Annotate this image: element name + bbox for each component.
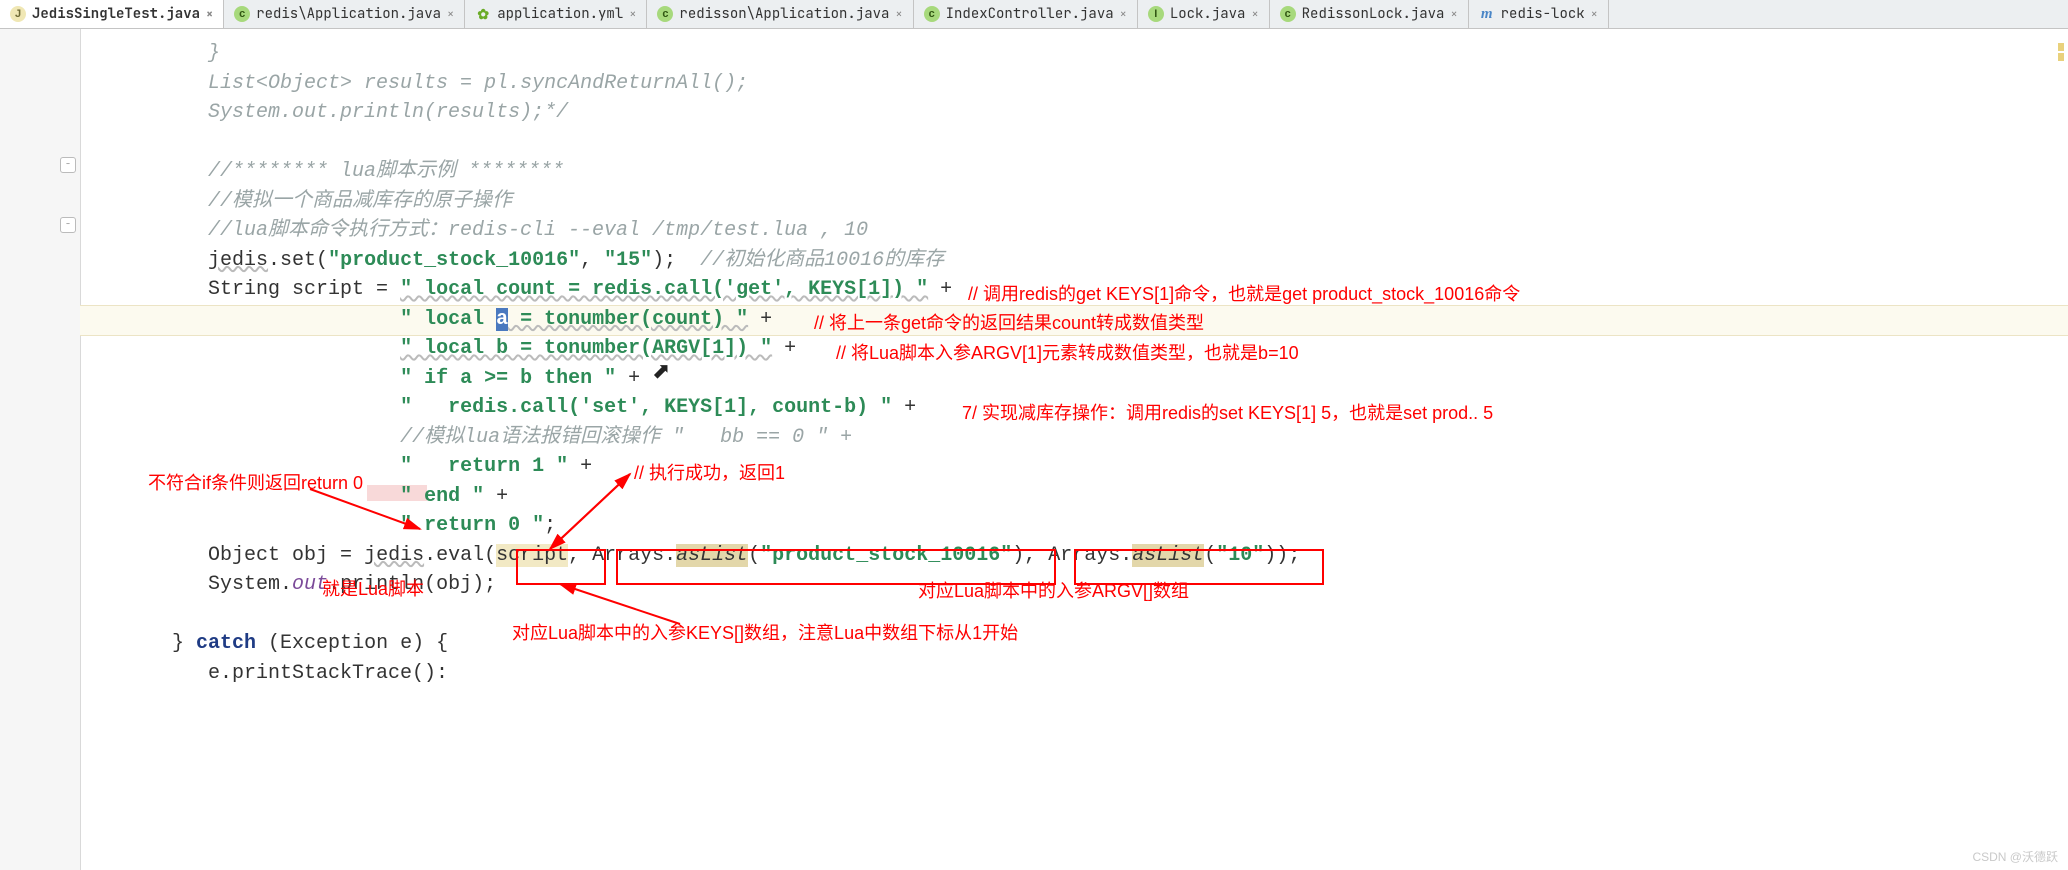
editor-tabbar: J JedisSingleTest.java × c redis\Applica… bbox=[0, 0, 2068, 29]
tab-lock[interactable]: I Lock.java × bbox=[1138, 0, 1270, 28]
code-line: " redis.call('set', KEYS[1], count-b) " … bbox=[100, 396, 916, 419]
tab-application-yml[interactable]: ✿ application.yml × bbox=[465, 0, 647, 28]
spring-icon: ✿ bbox=[475, 6, 491, 22]
mouse-cursor-icon: ⬈ bbox=[652, 356, 670, 385]
code-line: " if a >= b then " + bbox=[100, 367, 640, 390]
code-line: //模拟一个商品减库存的原子操作 bbox=[100, 190, 512, 213]
code-line: " return 0 "; bbox=[100, 514, 556, 537]
tab-label: redis\Application.java bbox=[256, 5, 441, 23]
close-icon[interactable]: × bbox=[206, 6, 213, 22]
code-line: System.out.println(obj); bbox=[100, 573, 496, 596]
code-line: //lua脚本命令执行方式：redis-cli --eval /tmp/test… bbox=[100, 219, 868, 242]
code-line: String script = " local count = redis.ca… bbox=[100, 278, 952, 301]
tab-label: redisson\Application.java bbox=[679, 5, 889, 23]
annotation: 不符合if条件则返回return 0 bbox=[148, 469, 363, 495]
tab-redis-application[interactable]: c redis\Application.java × bbox=[224, 0, 465, 28]
annotation: 对应Lua脚本中的入参KEYS[]数组，注意Lua中数组下标从1开始 bbox=[512, 619, 1018, 645]
annotation: // 执行成功，返回1 bbox=[634, 459, 785, 485]
tab-redis-lock[interactable]: m redis-lock × bbox=[1469, 0, 1609, 28]
close-icon[interactable]: × bbox=[1591, 6, 1598, 22]
tab-index-controller[interactable]: c IndexController.java × bbox=[914, 0, 1138, 28]
annotation: // 将Lua脚本入参ARGV[1]元素转成数值类型，也就是b=10 bbox=[836, 339, 1299, 365]
close-icon[interactable]: × bbox=[895, 6, 902, 22]
tab-label: application.yml bbox=[497, 5, 623, 23]
tab-label: RedissonLock.java bbox=[1302, 5, 1445, 23]
fold-marker[interactable]: − bbox=[60, 217, 76, 233]
code-editor[interactable]: − − } List<Object> results = pl.syncAndR… bbox=[0, 29, 2068, 870]
annotation: // 将上一条get命令的返回结果count转成数值类型 bbox=[814, 309, 1204, 335]
code-line: jedis.set("product_stock_10016", "15"); … bbox=[100, 249, 944, 272]
code-line: e.printStackTrace(): bbox=[100, 662, 448, 685]
class-icon: c bbox=[657, 6, 673, 22]
tab-label: IndexController.java bbox=[946, 5, 1114, 23]
fold-marker[interactable]: − bbox=[60, 157, 76, 173]
annotation: 对应Lua脚本中的入参ARGV[]数组 bbox=[918, 577, 1189, 603]
tab-redisson-application[interactable]: c redisson\Application.java × bbox=[647, 0, 913, 28]
code-line: Object obj = jedis.eval(script, Arrays.a… bbox=[100, 544, 1300, 567]
close-icon[interactable]: × bbox=[629, 6, 636, 22]
code-line: //模拟lua语法报错回滚操作 " bb == 0 " + bbox=[100, 426, 852, 449]
maven-icon: m bbox=[1479, 6, 1495, 22]
annotation: 7/ 实现减库存操作：调用redis的set KEYS[1] 5，也就是set … bbox=[962, 399, 1493, 425]
code-line: System.out.println(results);*/ bbox=[100, 101, 568, 124]
close-icon[interactable]: × bbox=[1251, 6, 1258, 22]
gutter: − − bbox=[0, 29, 81, 870]
watermark: CSDN @沃德跃 bbox=[1972, 848, 2058, 865]
tab-redisson-lock[interactable]: c RedissonLock.java × bbox=[1270, 0, 1469, 28]
tab-label: redis-lock bbox=[1501, 5, 1585, 23]
class-icon: c bbox=[1280, 6, 1296, 22]
code-line: } catch (Exception e) { bbox=[100, 632, 448, 655]
close-icon[interactable]: × bbox=[1450, 6, 1457, 22]
tab-label: JedisSingleTest.java bbox=[32, 5, 200, 23]
close-icon[interactable]: × bbox=[447, 6, 454, 22]
code-line: " local b = tonumber(ARGV[1]) " + bbox=[100, 337, 808, 360]
code-line: } bbox=[100, 42, 220, 65]
overview-marker bbox=[2058, 53, 2064, 61]
java-icon: J bbox=[10, 6, 26, 22]
class-icon: c bbox=[234, 6, 250, 22]
overview-marker bbox=[2058, 43, 2064, 51]
code-line: List<Object> results = pl.syncAndReturnA… bbox=[100, 72, 748, 95]
interface-icon: I bbox=[1148, 6, 1164, 22]
close-icon[interactable]: × bbox=[1120, 6, 1127, 22]
code-line: //******** lua脚本示例 ******** bbox=[100, 160, 564, 183]
class-icon: c bbox=[924, 6, 940, 22]
annotation: 就是Lua脚本 bbox=[322, 575, 424, 601]
annotation: // 调用redis的get KEYS[1]命令，也就是get product_… bbox=[968, 280, 1520, 306]
code-line: " local a = tonumber(count) " + bbox=[100, 308, 784, 331]
tab-label: Lock.java bbox=[1170, 5, 1246, 23]
tab-jedis-single-test[interactable]: J JedisSingleTest.java × bbox=[0, 0, 224, 28]
